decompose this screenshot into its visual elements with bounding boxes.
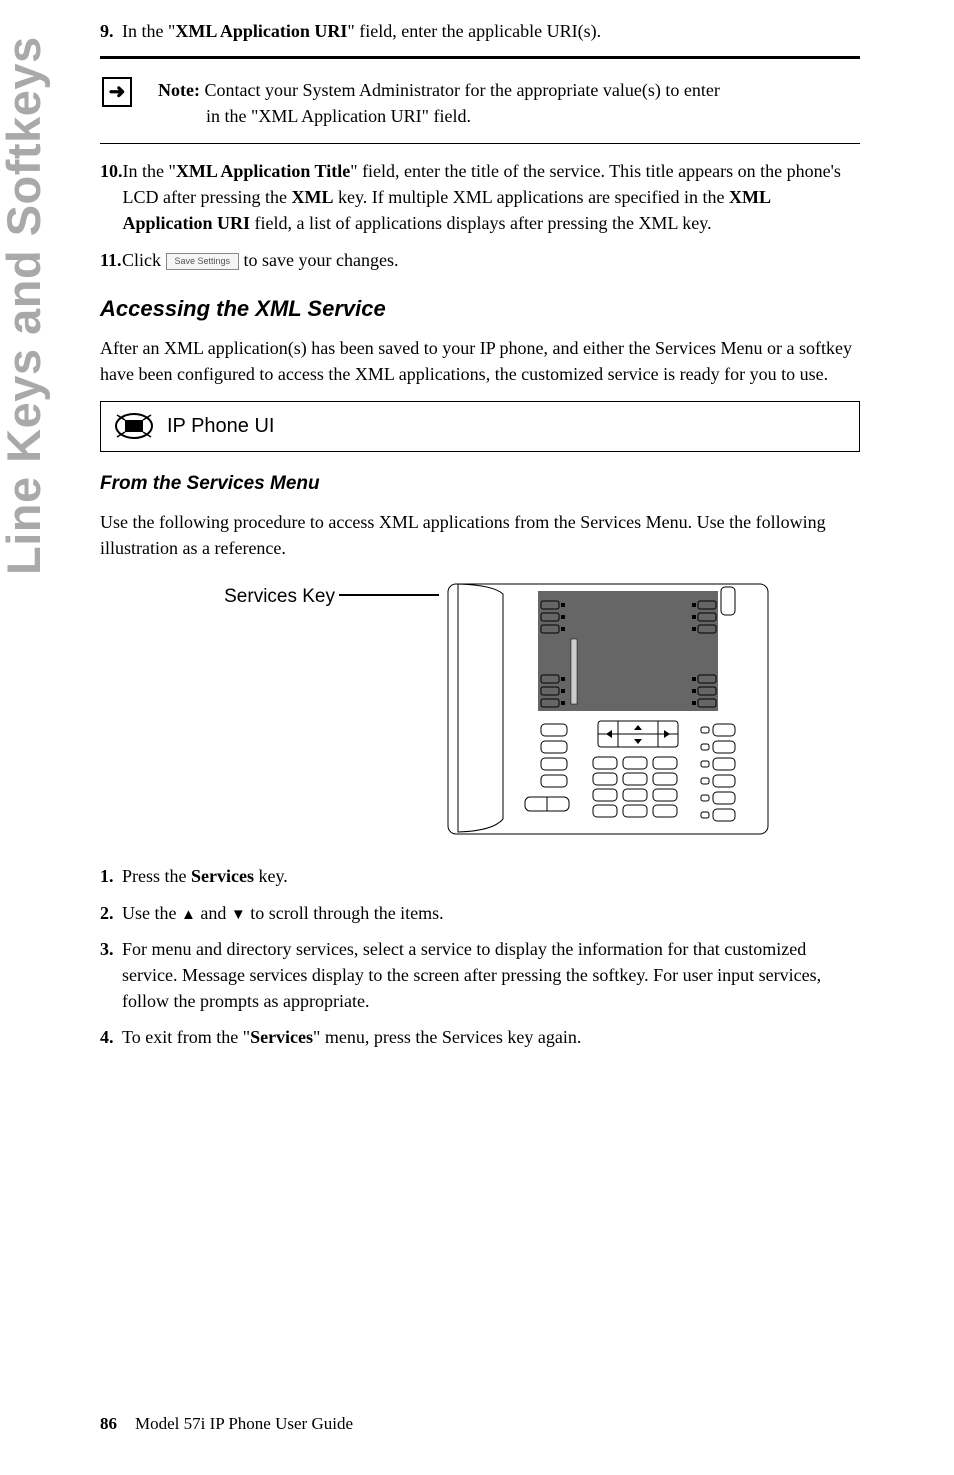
list-item-2: 2. Use the ▲ and ▼ to scroll through the… [100,900,860,926]
text: Click [122,250,166,270]
item-text: Use the ▲ and ▼ to scroll through the it… [122,900,860,926]
item-number: 1. [100,863,122,889]
bold: XML [291,187,333,207]
text: and [196,903,231,923]
step-9: 9. In the "XML Application URI" field, e… [100,18,860,44]
text: to save your changes. [239,250,398,270]
bold: XML Application Title [176,161,350,181]
text: Contact your System Administrator for th… [200,80,720,100]
bold: XML Application URI [175,21,347,41]
item-text: Press the Services key. [122,863,860,889]
services-key-label: Services Key [100,583,335,611]
nav-down-icon: ▼ [231,906,246,923]
save-settings-button-inline: Save Settings [166,253,240,270]
text: to scroll through the items. [246,903,444,923]
step-text: Click Save Settings to save your changes… [122,247,860,273]
item-text: For menu and directory services, select … [122,936,860,1014]
step-10: 10. In the "XML Application Title" field… [100,158,860,236]
note-label: Note: [158,80,200,100]
text: Press the [122,866,191,886]
phone-illustration [443,579,773,839]
footer-title: Model 57i IP Phone User Guide [135,1414,353,1433]
ip-phone-ui-label: IP Phone UI [167,412,274,441]
item-number: 3. [100,936,122,1014]
text: Use the [122,903,181,923]
page-footer: 86 Model 57i IP Phone User Guide [100,1412,353,1437]
phone-ui-icon [115,413,153,439]
bold: Services [191,866,254,886]
page-number: 86 [100,1414,117,1433]
ip-phone-ui-box: IP Phone UI [100,401,860,452]
text: In the " [122,21,175,41]
sidebar-section-title: Line Keys and Softkeys [0,36,58,575]
paragraph: Use the following procedure to access XM… [100,509,860,561]
step-11: 11. Click Save Settings to save your cha… [100,247,860,273]
text: To exit from the " [122,1027,250,1047]
list-item-3: 3. For menu and directory services, sele… [100,936,860,1014]
list-item-4: 4. To exit from the "Services" menu, pre… [100,1024,860,1050]
item-text: To exit from the "Services" menu, press … [122,1024,860,1050]
phone-figure: Services Key [100,579,860,839]
leader-line [339,594,439,596]
page-content: 9. In the "XML Application URI" field, e… [100,18,860,1060]
text: In the " [123,161,176,181]
item-number: 4. [100,1024,122,1050]
bold: Services [250,1027,313,1047]
heading-services-menu: From the Services Menu [100,470,860,498]
text: " field, enter the applicable URI(s). [347,21,601,41]
list-item-1: 1. Press the Services key. [100,863,860,889]
step-text: In the "XML Application URI" field, ente… [122,18,860,44]
heading-accessing-xml: Accessing the XML Service [100,293,860,325]
paragraph: After an XML application(s) has been sav… [100,335,860,387]
text: key. If multiple XML applications are sp… [333,187,729,207]
arrow-right-icon: ➜ [102,77,132,107]
step-number: 9. [100,18,122,44]
text: in the "XML Application URI" field. [206,103,860,129]
item-number: 2. [100,900,122,926]
nav-up-icon: ▲ [181,906,196,923]
note-text: Note: Contact your System Administrator … [158,77,860,129]
text: key. [254,866,288,886]
text: field, a list of applications displays a… [250,213,712,233]
text: " menu, press the Services key again. [313,1027,581,1047]
step-text: In the "XML Application Title" field, en… [123,158,861,236]
step-number: 11. [100,247,122,273]
note-block: ➜ Note: Contact your System Administrato… [100,56,860,144]
step-number: 10. [100,158,123,236]
